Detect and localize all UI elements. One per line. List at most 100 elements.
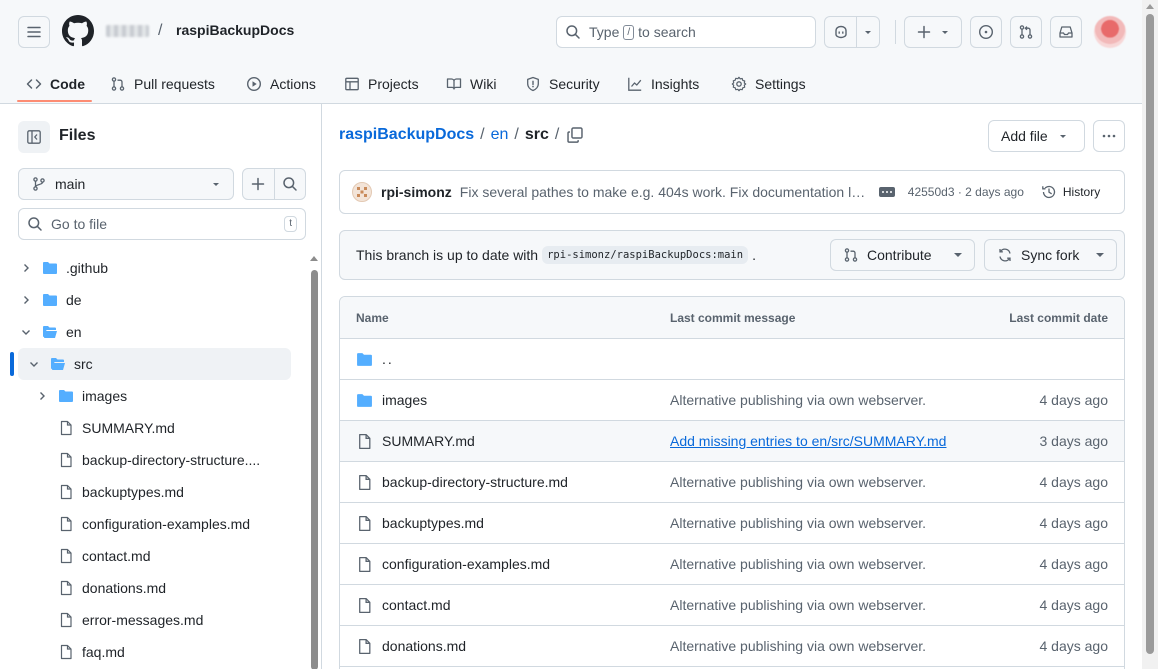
tab-insights[interactable]: Insights xyxy=(627,64,699,104)
commit-message-link[interactable]: Alternative publishing via own webserver… xyxy=(670,392,926,408)
repo-name-link[interactable]: raspiBackupDocs xyxy=(176,22,294,38)
table-row[interactable]: images Alternative publishing via own we… xyxy=(340,380,1124,421)
commit-message-link[interactable]: Alternative publishing via own webserver… xyxy=(670,556,926,572)
tree-item-en[interactable]: en xyxy=(18,317,82,347)
contribute-button[interactable]: Contribute xyxy=(830,239,975,271)
sync-icon xyxy=(999,248,1011,262)
commit-author-avatar[interactable] xyxy=(352,182,372,202)
table-row[interactable]: SUMMARY.md Add missing entries to en/src… xyxy=(340,421,1124,462)
tree-item-label: backup-directory-structure.... xyxy=(82,452,261,468)
page-scroll-up-arrow[interactable] xyxy=(1146,4,1154,9)
issue-opened-icon xyxy=(978,24,994,40)
tree-item-file[interactable]: backup-directory-structure.... xyxy=(58,445,260,475)
sync-fork-button[interactable]: Sync fork xyxy=(984,239,1117,271)
tree-item-github[interactable]: .github xyxy=(18,253,108,283)
tree-item-label: donations.md xyxy=(82,580,167,596)
folder-icon xyxy=(43,262,57,274)
user-avatar[interactable] xyxy=(1094,16,1126,48)
file-list-table: Name Last commit message Last commit dat… xyxy=(339,296,1125,669)
breadcrumb-repo-link[interactable]: raspiBackupDocs xyxy=(339,126,474,144)
file-name-link[interactable]: configuration-examples.md xyxy=(382,556,550,572)
tree-item-de[interactable]: de xyxy=(18,285,82,315)
file-icon xyxy=(60,612,72,628)
create-new-button[interactable] xyxy=(904,16,962,48)
tab-code[interactable]: Code xyxy=(26,64,85,104)
go-to-file-input[interactable]: Go to file t xyxy=(18,208,306,240)
commit-message-link[interactable]: Alternative publishing via own webserver… xyxy=(670,638,926,654)
breadcrumb-en-link[interactable]: en xyxy=(491,126,509,144)
tab-pull-requests[interactable]: Pull requests xyxy=(110,64,215,104)
commit-author[interactable]: rpi-simonz xyxy=(381,184,452,200)
folder-open-icon xyxy=(43,326,57,338)
tree-item-file[interactable]: donations.md xyxy=(58,573,166,603)
table-row[interactable]: backup-directory-structure.md Alternativ… xyxy=(340,462,1124,503)
parent-directory-row[interactable]: .. xyxy=(340,339,1124,380)
breadcrumb-separator: / xyxy=(514,126,519,143)
issues-button[interactable] xyxy=(970,16,1002,48)
commit-message-link[interactable]: Alternative publishing via own webserver… xyxy=(670,474,926,490)
file-name-link[interactable]: donations.md xyxy=(382,638,466,654)
sidebar-scroll-up-arrow[interactable] xyxy=(310,256,318,261)
tab-projects[interactable]: Projects xyxy=(344,64,419,104)
add-file-button[interactable]: Add file xyxy=(988,120,1085,152)
branch-status-bar: This branch is up to date with rpi-simon… xyxy=(339,230,1125,280)
github-logo-icon[interactable] xyxy=(62,15,94,47)
sidebar-scrollbar-thumb[interactable] xyxy=(311,270,318,669)
table-row[interactable]: donations.md Alternative publishing via … xyxy=(340,626,1124,667)
table-row[interactable]: contact.md Alternative publishing via ow… xyxy=(340,585,1124,626)
tree-item-file[interactable]: SUMMARY.md xyxy=(58,413,175,443)
commit-message-link[interactable]: Alternative publishing via own webserver… xyxy=(670,515,926,531)
inbox-button[interactable] xyxy=(1050,16,1082,48)
tree-item-file[interactable]: backuptypes.md xyxy=(58,477,184,507)
kebab-horizontal-icon xyxy=(1102,134,1116,138)
page-scrollbar-thumb[interactable] xyxy=(1146,14,1154,654)
parent-directory-link[interactable]: .. xyxy=(382,351,394,367)
file-name-link[interactable]: images xyxy=(382,392,427,408)
chevron-down-icon xyxy=(865,31,871,34)
owner-name-redacted[interactable] xyxy=(106,25,149,37)
commit-sha-date[interactable]: 42550d3 · 2 days ago xyxy=(908,185,1024,199)
table-row[interactable]: backuptypes.md Alternative publishing vi… xyxy=(340,503,1124,544)
table-row[interactable]: configuration-examples.md Alternative pu… xyxy=(340,544,1124,585)
tab-settings[interactable]: Settings xyxy=(731,64,806,104)
tree-item-file[interactable]: faq.md xyxy=(58,637,125,667)
file-name-link[interactable]: backuptypes.md xyxy=(382,515,484,531)
file-name-link[interactable]: contact.md xyxy=(382,597,450,613)
chevron-right-icon xyxy=(24,296,29,304)
folder-icon xyxy=(59,390,73,402)
tab-wiki[interactable]: Wiki xyxy=(446,64,496,104)
go-to-file-placeholder: Go to file xyxy=(51,216,108,232)
commit-message[interactable]: Fix several pathes to make e.g. 404s wor… xyxy=(460,184,866,200)
add-file-tree-button[interactable] xyxy=(243,169,275,199)
search-icon xyxy=(28,217,42,231)
tree-item-src[interactable]: src xyxy=(26,349,93,379)
tree-item-file[interactable]: contact.md xyxy=(58,541,150,571)
commit-date: 4 days ago xyxy=(1039,515,1109,531)
file-name-link[interactable]: backup-directory-structure.md xyxy=(382,474,568,490)
pull-requests-button[interactable] xyxy=(1010,16,1042,48)
search-input[interactable]: Type / to search xyxy=(556,16,816,48)
more-options-button[interactable] xyxy=(1093,120,1125,152)
files-title: Files xyxy=(59,127,96,144)
search-tree-button[interactable] xyxy=(275,169,306,199)
inbox-icon xyxy=(1059,26,1073,38)
file-icon xyxy=(359,556,371,573)
commit-message-link[interactable]: Alternative publishing via own webserver… xyxy=(670,597,926,613)
branch-selector[interactable]: main xyxy=(18,168,234,200)
tab-label: Projects xyxy=(368,76,419,92)
upstream-ref[interactable]: rpi-simonz/raspiBackupDocs:main xyxy=(542,246,749,264)
tree-item-label: images xyxy=(82,388,128,404)
tab-actions[interactable]: Actions xyxy=(246,64,316,104)
commit-message-link[interactable]: Add missing entries to en/src/SUMMARY.md xyxy=(670,433,946,449)
collapse-sidebar-button[interactable] xyxy=(18,121,50,153)
tree-item-file[interactable]: configuration-examples.md xyxy=(58,509,250,539)
history-button[interactable]: History xyxy=(1041,184,1100,200)
file-name-link[interactable]: SUMMARY.md xyxy=(382,433,475,449)
tree-item-file[interactable]: error-messages.md xyxy=(58,605,203,635)
tab-security[interactable]: Security xyxy=(525,64,600,104)
expand-commit-message-button[interactable] xyxy=(878,187,895,197)
menu-button[interactable] xyxy=(18,16,50,48)
tree-item-images[interactable]: images xyxy=(34,381,127,411)
copy-path-button[interactable] xyxy=(566,126,584,144)
copilot-button[interactable] xyxy=(824,16,880,48)
